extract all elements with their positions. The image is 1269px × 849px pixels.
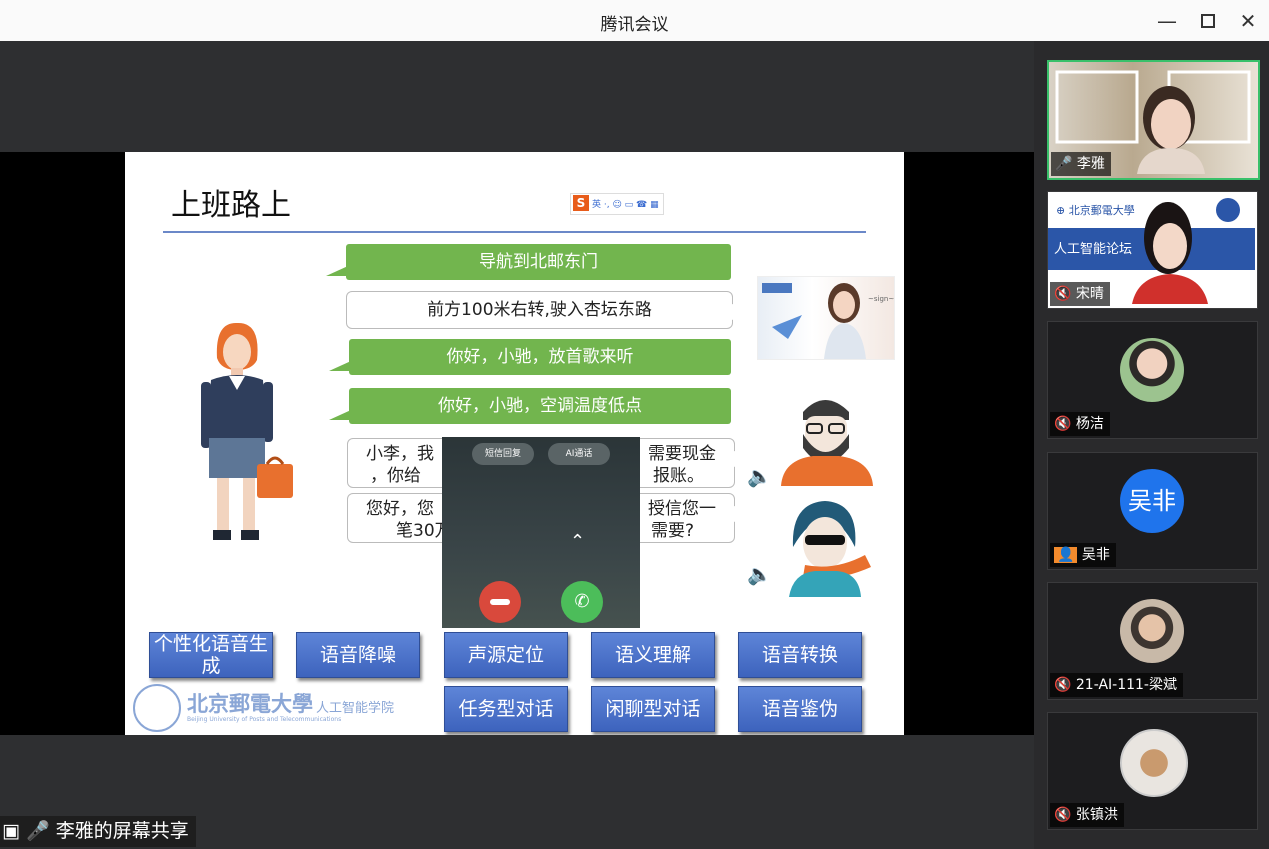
mic-muted-icon: 🔇 <box>1054 677 1072 693</box>
close-icon[interactable]: ✕ <box>1235 8 1261 34</box>
participant-tile[interactable]: 🔇 杨洁 <box>1047 321 1258 439</box>
bubble-navigate: 导航到北邮东门 <box>326 244 731 280</box>
user-icon: 👤 <box>1054 547 1078 563</box>
bubble-text: 需要? <box>650 521 694 541</box>
speaker-icon: 🔈 <box>747 562 772 586</box>
participant-name: 🔇 杨洁 <box>1050 412 1110 436</box>
participant-name: 🔇 宋晴 <box>1050 282 1110 306</box>
sogou-toolbar: S英 ·, ☺ ▭ ☎ ▦ <box>570 193 664 215</box>
answer-button[interactable]: ✆ <box>561 581 603 623</box>
participants-panel: 🎤 李雅 人工智能论坛 ⊕ 北京郵電大學 🔇 宋晴 🔇 杨洁 吴非 👤 吴非 🔇… <box>1034 41 1269 849</box>
hang-up-icon <box>490 599 510 605</box>
btn-semantic-understanding[interactable]: 语义理解 <box>591 632 715 678</box>
btn-personalized-tts[interactable]: 个性化语音生成 <box>149 632 273 678</box>
minimize-icon[interactable]: — <box>1154 8 1180 34</box>
avatar: 吴非 <box>1120 469 1184 533</box>
woman-sunglasses-illustration <box>789 501 871 597</box>
bubble-text: ，你给 <box>370 466 421 486</box>
bubble-text: 小李，我 <box>366 444 434 464</box>
hang-up-button[interactable] <box>479 581 521 623</box>
bubble-air-conditioner: 你好，小驰，空调温度低点 <box>329 388 731 424</box>
avatar <box>1120 729 1188 797</box>
participant-tile[interactable]: 🎤 李雅 <box>1047 60 1260 180</box>
bupt-logo: 北京郵電大學 Beijing University of Posts and T… <box>133 684 403 732</box>
slide-title: 上班路上 <box>171 188 291 223</box>
phone-icon: ✆ <box>574 591 590 612</box>
bubble-text: 您好，您 <box>366 499 434 519</box>
btn-voice-conversion[interactable]: 语音转换 <box>738 632 862 678</box>
sms-reply-button[interactable]: 短信回复 <box>472 443 534 465</box>
university-name-en: Beijing University of Posts and Telecomm… <box>187 716 342 723</box>
btn-chitchat-dialogue[interactable]: 闲聊型对话 <box>591 686 715 732</box>
participant-name: 🔇 张镇洪 <box>1050 803 1124 827</box>
mic-icon: 🎤 <box>26 820 50 842</box>
university-name-cn: 北京郵電大學 <box>187 691 313 716</box>
avatar <box>1120 338 1184 402</box>
participant-tile[interactable]: 吴非 👤 吴非 <box>1047 452 1258 570</box>
chevron-up-icon[interactable]: ⌃ <box>570 531 585 552</box>
maximize-icon[interactable] <box>1195 8 1221 34</box>
incoming-call-overlay: 短信回复 AI通话 ⌃ ✆ <box>442 437 640 628</box>
screen-share-text: 李雅的屏幕共享 <box>55 820 189 842</box>
btn-task-dialogue[interactable]: 任务型对话 <box>444 686 568 732</box>
bubble-turn-right: 前方100米右转,驶入杏坛东路 <box>346 291 754 329</box>
svg-text:~sign~: ~sign~ <box>868 295 894 303</box>
mic-icon: 🎤 <box>1055 156 1073 172</box>
svg-text:⊕ 北京郵電大學: ⊕ 北京郵電大學 <box>1056 203 1135 217</box>
participant-tile[interactable]: 人工智能论坛 ⊕ 北京郵電大學 🔇 宋晴 <box>1047 191 1258 309</box>
title-bar: 腾讯会议 — ✕ <box>0 0 1269 42</box>
school-name: 人工智能学院 <box>316 701 395 716</box>
bubble-text: 授信您一 <box>648 499 716 519</box>
participant-name: 🔇 21-AI-111-梁斌 <box>1050 673 1183 697</box>
btn-sound-localization[interactable]: 声源定位 <box>444 632 568 678</box>
bubble-play-song: 你好，小驰，放首歌来听 <box>329 339 731 375</box>
speaker-icon: 🔈 <box>747 464 772 488</box>
bubble-text: 需要现金 <box>648 444 716 464</box>
university-seal-icon <box>133 684 181 732</box>
mic-muted-icon: 🔇 <box>1054 807 1072 823</box>
woman-photo: ~sign~ <box>757 276 895 360</box>
slide-divider <box>163 231 866 233</box>
ai-call-button[interactable]: AI通话 <box>548 443 610 465</box>
participant-name: 🎤 李雅 <box>1051 152 1111 176</box>
btn-voice-anti-spoofing[interactable]: 语音鉴伪 <box>738 686 862 732</box>
screen-share-label: ▣ 🎤 李雅的屏幕共享 <box>0 816 196 847</box>
mic-muted-icon: 🔇 <box>1054 416 1072 432</box>
participant-tile[interactable]: 🔇 张镇洪 <box>1047 712 1258 830</box>
btn-noise-reduction[interactable]: 语音降噪 <box>296 632 420 678</box>
mic-muted-icon: 🔇 <box>1054 286 1072 302</box>
window-title: 腾讯会议 <box>600 15 669 35</box>
woman-illustration <box>201 322 293 540</box>
participant-name: 👤 吴非 <box>1050 543 1116 567</box>
bubble-text: 报账。 <box>653 466 704 486</box>
man-illustration <box>781 400 873 486</box>
participant-tile[interactable]: 🔇 21-AI-111-梁斌 <box>1047 582 1258 700</box>
avatar <box>1120 599 1184 663</box>
screen-share-icon: ▣ <box>2 820 20 842</box>
